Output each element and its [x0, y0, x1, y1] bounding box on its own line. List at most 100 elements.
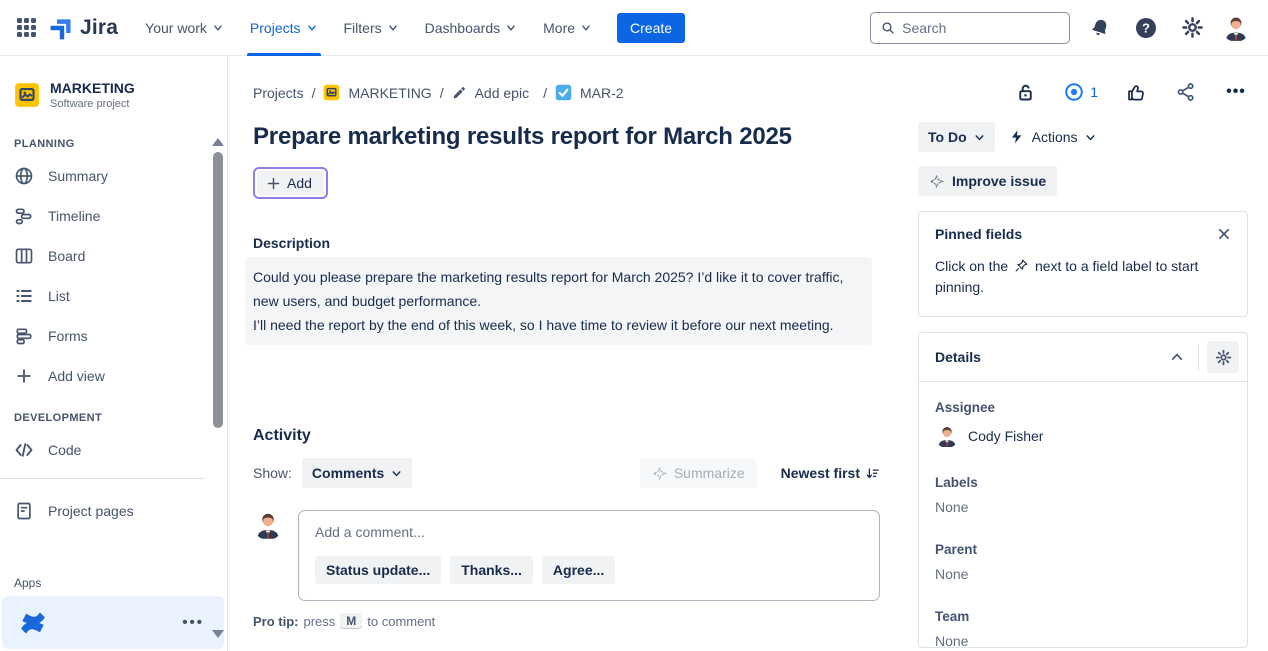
- team-value[interactable]: None: [935, 633, 1231, 648]
- top-navbar: Jira Your work Projects Filters Dashboar…: [0, 0, 1268, 56]
- confluence-app-panel[interactable]: •••: [2, 596, 224, 649]
- comment-placeholder: Add a comment...: [315, 524, 863, 540]
- breadcrumb-projects[interactable]: Projects: [253, 85, 304, 101]
- actions-dropdown[interactable]: Actions: [1009, 129, 1096, 145]
- avatar-image: [935, 424, 959, 448]
- app-switcher-button[interactable]: [10, 12, 42, 44]
- assignee-avatar: [935, 424, 959, 448]
- sidebar-item-code[interactable]: Code: [0, 430, 227, 470]
- app-more-button[interactable]: •••: [182, 614, 204, 631]
- sidebar-item-forms[interactable]: Forms: [0, 316, 227, 356]
- quick-reply-thanks[interactable]: Thanks...: [450, 556, 533, 584]
- sidebar-item-project-pages[interactable]: Project pages: [0, 487, 227, 535]
- create-button[interactable]: Create: [617, 13, 685, 43]
- apps-section-label: Apps: [0, 566, 227, 596]
- keyboard-key-m: M: [340, 613, 362, 629]
- lightning-icon: [1009, 129, 1025, 145]
- unlock-icon: [1015, 82, 1036, 103]
- comment-input[interactable]: Add a comment... Status update... Thanks…: [298, 510, 880, 601]
- assignee-value[interactable]: Cody Fisher: [935, 424, 1231, 448]
- global-search[interactable]: [870, 12, 1070, 44]
- sort-descending-icon: [865, 466, 880, 481]
- labels-value[interactable]: None: [935, 499, 1231, 515]
- jira-logo[interactable]: Jira: [46, 16, 128, 40]
- sparkle-icon: [929, 174, 944, 189]
- breadcrumb-separator: /: [543, 85, 547, 101]
- scrollbar-thumb[interactable]: [213, 152, 223, 428]
- divider: [1198, 344, 1199, 370]
- pinned-fields-message: Click on the next to a field label to st…: [935, 256, 1231, 298]
- sidebar-item-add-view[interactable]: Add view: [0, 356, 227, 396]
- jira-logo-icon: [50, 16, 74, 40]
- sidebar-item-board[interactable]: Board: [0, 236, 227, 276]
- pencil-icon: [452, 85, 467, 100]
- avatar-image: [1222, 14, 1250, 42]
- gear-icon: [1181, 16, 1204, 39]
- sidebar-item-summary[interactable]: Summary: [0, 156, 227, 196]
- chevron-down-icon: [212, 22, 224, 34]
- add-button[interactable]: Add: [253, 167, 328, 199]
- quick-reply-status-update[interactable]: Status update...: [315, 556, 441, 584]
- chevron-up-icon[interactable]: [1170, 350, 1184, 364]
- pinned-fields-panel: Pinned fields Click on the next to a fie…: [918, 211, 1248, 317]
- close-icon[interactable]: [1217, 227, 1231, 241]
- scroll-down-arrow[interactable]: [212, 630, 224, 638]
- sidebar-item-timeline[interactable]: Timeline: [0, 196, 227, 236]
- help-icon: ?: [1134, 16, 1158, 40]
- primary-nav: Your work Projects Filters Dashboards Mo…: [132, 0, 605, 56]
- eye-icon: [1063, 81, 1085, 103]
- activity-heading: Activity: [253, 427, 880, 445]
- watch-button[interactable]: 1: [1063, 81, 1098, 103]
- chevron-down-icon: [974, 132, 985, 143]
- search-input[interactable]: [902, 20, 1059, 36]
- assignee-name: Cody Fisher: [968, 428, 1043, 444]
- bell-icon: [1089, 17, 1111, 39]
- user-avatar[interactable]: [1222, 14, 1250, 42]
- settings-button[interactable]: [1176, 12, 1208, 44]
- chevron-down-icon: [1085, 132, 1096, 143]
- vote-button[interactable]: [1124, 80, 1148, 104]
- pin-icon: [1014, 258, 1029, 273]
- breadcrumb-issue-key[interactable]: MAR-2: [580, 85, 624, 101]
- help-button[interactable]: ?: [1130, 12, 1162, 44]
- sidebar-divider: [0, 478, 205, 479]
- field-assignee: Assignee: [935, 400, 1231, 448]
- chevron-down-icon: [580, 22, 592, 34]
- scroll-up-arrow[interactable]: [212, 138, 224, 146]
- share-button[interactable]: [1174, 80, 1198, 104]
- breadcrumb-separator: /: [312, 85, 316, 101]
- issue-title[interactable]: Prepare marketing results report for Mar…: [253, 123, 880, 151]
- notifications-button[interactable]: [1084, 12, 1116, 44]
- sidebar-scrollbar[interactable]: [211, 136, 225, 596]
- project-type: Software project: [50, 98, 135, 110]
- activity-filter-dropdown[interactable]: Comments: [302, 458, 412, 488]
- sort-order-button[interactable]: Newest first: [781, 465, 880, 481]
- nav-filters[interactable]: Filters: [331, 0, 412, 56]
- issue-toolbar: 1 •••: [918, 80, 1248, 104]
- avatar-image: [253, 510, 283, 540]
- current-user-avatar: [253, 510, 283, 540]
- nav-your-work[interactable]: Your work: [132, 0, 237, 56]
- breadcrumb-add-epic[interactable]: Add epic: [475, 85, 529, 101]
- lock-button[interactable]: [1013, 80, 1037, 104]
- parent-value[interactable]: None: [935, 566, 1231, 582]
- breadcrumb-project[interactable]: MARKETING: [348, 85, 431, 101]
- details-settings-button[interactable]: [1207, 341, 1239, 373]
- nav-dashboards[interactable]: Dashboards: [412, 0, 531, 56]
- summarize-button[interactable]: Summarize: [640, 458, 757, 488]
- improve-issue-button[interactable]: Improve issue: [918, 166, 1057, 196]
- chevron-down-icon: [505, 22, 517, 34]
- description-field[interactable]: Could you please prepare the marketing r…: [245, 257, 872, 345]
- nav-more[interactable]: More: [530, 0, 605, 56]
- share-icon: [1176, 82, 1196, 102]
- status-dropdown[interactable]: To Do: [918, 122, 995, 152]
- breadcrumb: Projects / MARKETING / Add epic /: [253, 84, 880, 101]
- project-header[interactable]: MARKETING Software project: [0, 56, 227, 122]
- breadcrumb-separator: /: [440, 85, 444, 101]
- quick-reply-agree[interactable]: Agree...: [542, 556, 615, 584]
- svg-text:?: ?: [1142, 20, 1150, 35]
- sidebar-item-list[interactable]: List: [0, 276, 227, 316]
- nav-projects[interactable]: Projects: [237, 0, 331, 56]
- details-title[interactable]: Details: [935, 349, 1170, 365]
- more-actions-button[interactable]: •••: [1224, 80, 1248, 104]
